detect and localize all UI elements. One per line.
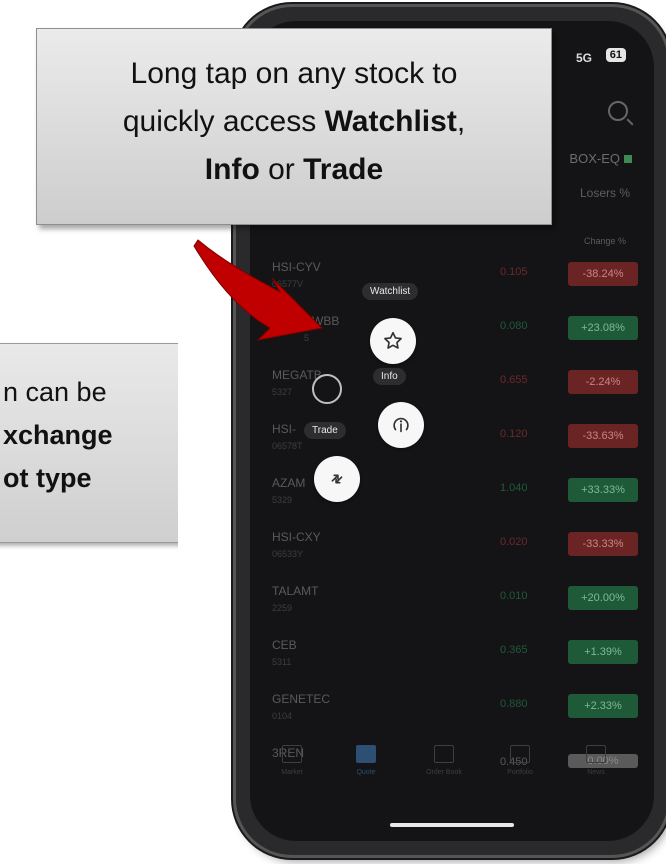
exchange-label: BOX-EQ bbox=[569, 151, 620, 166]
change-badge: -33.33% bbox=[568, 532, 638, 556]
battery-indicator: 61 bbox=[605, 48, 626, 62]
star-icon bbox=[384, 331, 402, 349]
stock-price: 0.365 bbox=[500, 644, 528, 656]
callout-text: , bbox=[456, 105, 466, 138]
info-icon bbox=[393, 417, 409, 433]
stock-price: 0.120 bbox=[500, 428, 528, 440]
callout-emphasis-info: Info bbox=[204, 153, 260, 186]
stock-symbol: HSI-CYV bbox=[272, 260, 321, 274]
nav-news[interactable]: News bbox=[566, 745, 626, 776]
bottom-nav: Market Quote Order Book Portfolio News bbox=[250, 745, 654, 805]
home-indicator[interactable] bbox=[390, 823, 514, 827]
change-badge: +2.33% bbox=[568, 694, 638, 718]
stock-code: 5327 bbox=[272, 387, 293, 397]
callout-left-line1: n can be bbox=[3, 377, 107, 407]
stock-symbol: GENETEC bbox=[272, 692, 331, 706]
stock-price: 0.655 bbox=[500, 374, 528, 386]
search-icon[interactable] bbox=[608, 101, 628, 121]
nav-label: Market bbox=[281, 769, 303, 776]
exchange-status-dot bbox=[624, 155, 632, 163]
market-icon bbox=[282, 745, 302, 763]
table-row[interactable]: GENETEC 0104 0.880 +2.33% bbox=[250, 686, 654, 740]
change-badge: +33.33% bbox=[568, 478, 638, 502]
column-header-change: Change % bbox=[583, 236, 626, 246]
stock-price: 0.020 bbox=[500, 536, 528, 548]
change-badge: -38.24% bbox=[568, 262, 638, 286]
stock-price: 1.040 bbox=[500, 482, 528, 494]
stock-symbol: CEB bbox=[272, 638, 297, 652]
news-icon bbox=[586, 745, 606, 763]
callout-left-line3: ot type bbox=[3, 463, 92, 493]
change-badge: +23.08% bbox=[568, 316, 638, 340]
stock-code: 06578T bbox=[272, 441, 303, 451]
nav-market[interactable]: Market bbox=[262, 745, 322, 776]
callout-top: Long tap on any stock to quickly access … bbox=[36, 28, 552, 225]
stock-code: 06533Y bbox=[272, 549, 304, 559]
nav-label: News bbox=[587, 769, 605, 776]
callout-left: n can be xchange ot type bbox=[0, 343, 178, 543]
callout-top-line1: Long tap on any stock to bbox=[130, 57, 458, 90]
cart-icon bbox=[434, 745, 454, 763]
exchange-selector[interactable]: BOX-EQ bbox=[569, 151, 632, 166]
stock-symbol: HSI-CXY bbox=[272, 530, 321, 544]
info-button[interactable] bbox=[378, 402, 424, 448]
nav-label: Order Book bbox=[426, 769, 462, 776]
trade-label: Trade bbox=[304, 422, 346, 439]
callout-emphasis-watchlist: Watchlist bbox=[324, 105, 457, 138]
stock-code: 5 bbox=[304, 333, 310, 343]
tab-losers[interactable]: Losers % bbox=[580, 186, 630, 200]
stock-symbol: AZAM bbox=[272, 476, 306, 490]
stock-price: 0.080 bbox=[500, 320, 528, 332]
watchlist-label: Watchlist bbox=[362, 283, 419, 300]
callout-emphasis-trade: Trade bbox=[303, 153, 384, 186]
stock-code: 5329 bbox=[272, 495, 293, 505]
callout-text: quickly access bbox=[122, 105, 325, 138]
callout-top-line2: quickly access Watchlist, bbox=[37, 98, 551, 146]
nav-order-book[interactable]: Order Book bbox=[414, 745, 474, 776]
table-row[interactable]: TALAMT 2259 0.010 +20.00% bbox=[250, 578, 654, 632]
info-label: Info bbox=[373, 368, 406, 385]
change-badge: -33.63% bbox=[568, 424, 638, 448]
stock-price: 0.880 bbox=[500, 698, 528, 710]
quote-icon bbox=[356, 745, 376, 763]
trade-button[interactable] bbox=[314, 456, 360, 502]
table-row[interactable]: HSI-CXY 06533Y 0.020 -33.33% bbox=[250, 524, 654, 578]
nav-portfolio[interactable]: Portfolio bbox=[490, 745, 550, 776]
watchlist-button[interactable] bbox=[370, 318, 416, 364]
stock-symbol: HSI- bbox=[272, 422, 296, 436]
stock-code: 0104 bbox=[272, 711, 293, 721]
stock-symbol: TALAMT bbox=[272, 584, 319, 598]
swap-arrows-icon bbox=[331, 474, 343, 484]
change-badge: +1.39% bbox=[568, 640, 638, 664]
table-row[interactable]: HSI-CYV 06577V 0.105 -38.24% bbox=[250, 254, 654, 308]
table-row[interactable]: CEB 5311 0.365 +1.39% bbox=[250, 632, 654, 686]
table-row[interactable]: MEGATB 5327 0.655 -2.24% bbox=[250, 362, 654, 416]
nav-quote[interactable]: Quote bbox=[336, 745, 396, 776]
long-press-indicator bbox=[312, 374, 342, 404]
stock-code: 5311 bbox=[272, 657, 292, 667]
network-indicator: 5G bbox=[575, 51, 592, 65]
nav-label: Quote bbox=[356, 769, 376, 776]
stock-code: 2259 bbox=[272, 603, 293, 613]
change-badge: -2.24% bbox=[568, 370, 638, 394]
stock-symbol: PWBB bbox=[304, 314, 340, 328]
callout-text: or bbox=[259, 153, 304, 186]
stock-price: 0.105 bbox=[500, 266, 528, 278]
callout-top-line3: Info or Trade bbox=[37, 146, 551, 194]
stock-price: 0.010 bbox=[500, 590, 528, 602]
stock-code: 06577V bbox=[272, 279, 304, 289]
callout-left-line2: xchange bbox=[3, 420, 113, 450]
change-badge: +20.00% bbox=[568, 586, 638, 610]
nav-label: Portfolio bbox=[507, 769, 533, 776]
table-row[interactable]: PWBB 5 0.080 +23.08% bbox=[250, 308, 654, 362]
table-row[interactable]: AZAM 5329 1.040 +33.33% bbox=[250, 470, 654, 524]
briefcase-icon bbox=[510, 745, 530, 763]
